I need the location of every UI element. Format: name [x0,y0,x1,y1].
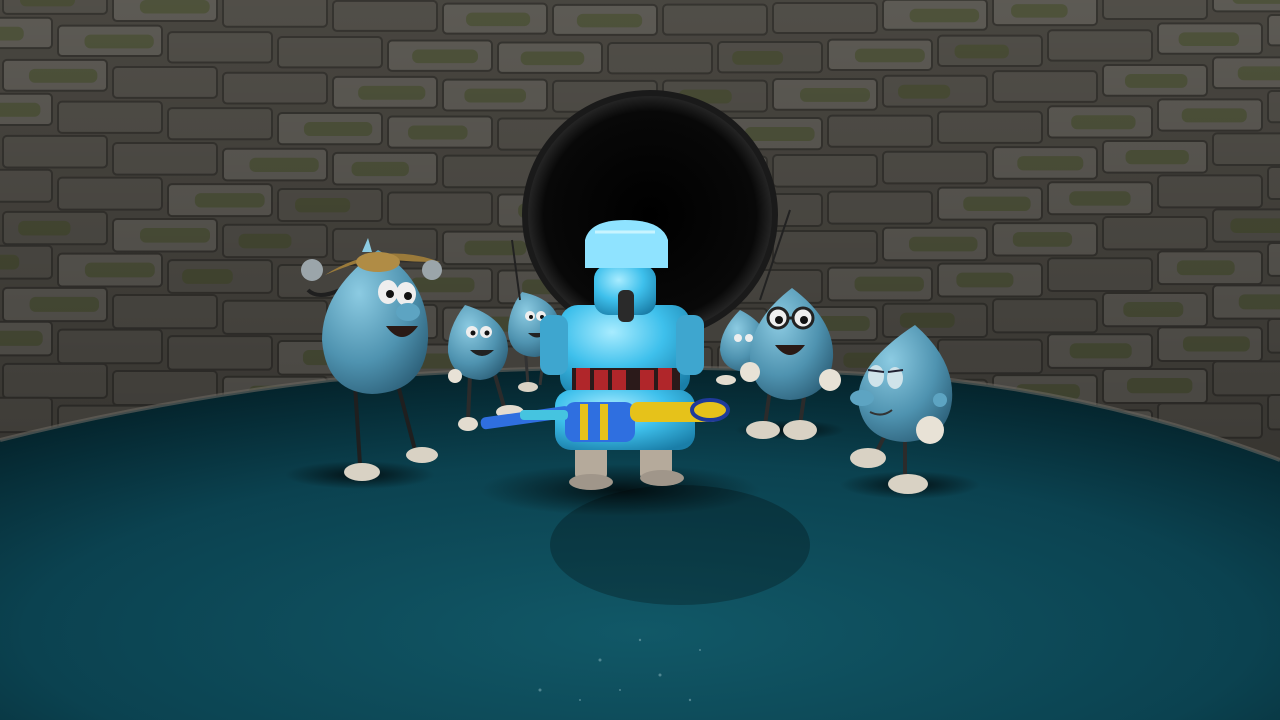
scene-render [0,0,1280,720]
sewer-scene [0,0,1280,720]
